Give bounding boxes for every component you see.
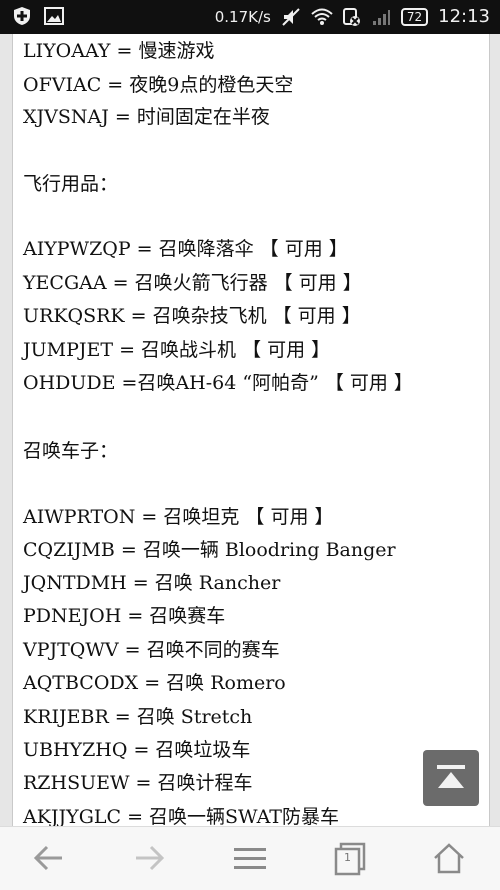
scroll-top-icon [437,765,465,788]
scroll-to-top-button[interactable] [423,750,479,806]
tabs-button[interactable]: 1 [332,841,368,877]
back-arrow-icon [33,845,62,871]
content-line: KRIJEBR = 召唤 Stretch [23,706,253,728]
network-speed: 0.17K/s [214,7,271,26]
forward-arrow-icon [136,845,165,871]
clock: 12:13 [438,6,490,27]
home-icon [434,843,464,874]
menu-icon [234,848,266,869]
content-line: LIYOAAY = 慢速游戏 [23,40,215,62]
battery-indicator: 72 [400,7,429,26]
menu-button[interactable] [232,841,268,877]
content-line: URKQSRK = 召唤杂技飞机 【 可用 】 [23,305,361,327]
content-line: JQNTDMH = 召唤 Rancher [23,572,281,594]
content-line: AQTBCODX = 召唤 Romero [23,672,286,694]
content-line: XJVSNAJ = 时间固定在半夜 [23,106,270,128]
shield-icon [12,6,32,26]
image-icon [44,6,64,26]
section-heading-flight: 飞行用品： [23,173,119,195]
content-line: CQZIJMB = 召唤一辆 Bloodring Banger [23,539,396,561]
sim-blocked-icon [341,7,361,27]
content-line: AKJJYGLC = 召唤一辆SWAT防暴车 [23,806,339,826]
forward-button[interactable] [132,841,168,877]
tab-count: 1 [344,851,351,864]
content-line: RZHSUEW = 召唤计程车 [23,772,253,794]
content-line: JUMPJET = 召唤战斗机 【 可用 】 [23,339,331,361]
wifi-icon [311,7,333,27]
back-button[interactable] [32,841,68,877]
browser-toolbar: 1 [0,826,500,890]
home-button[interactable] [432,841,468,877]
content-line: AIYPWZQP = 召唤降落伞 【 可用 】 [23,238,348,260]
status-bar: 0.17K/s 72 12:13 [0,0,500,34]
section-heading-vehicles: 召唤车子： [23,440,119,462]
content-line: VPJTQWV = 召唤不同的赛车 [23,639,280,661]
content-line: AIWPRTON = 召唤坦克 【 可用 】 [23,506,334,528]
content-line: PDNEJOH = 召唤赛车 [23,605,226,627]
content-line: OHDUDE =召唤AH-64 “阿帕奇” 【 可用 】 [23,372,413,394]
content-line: YECGAA = 召唤火箭飞行器 【 可用 】 [23,272,362,294]
signal-icon [371,7,391,27]
no-sound-icon [281,7,301,27]
content-line: OFVIAC = 夜晚9点的橙色天空 [23,74,294,96]
article-content: LIYOAAY = 慢速游戏 OFVIAC = 夜晚9点的橙色天空 XJVSNA… [12,34,490,826]
content-line: UBHYZHQ = 召唤垃圾车 [23,739,251,761]
